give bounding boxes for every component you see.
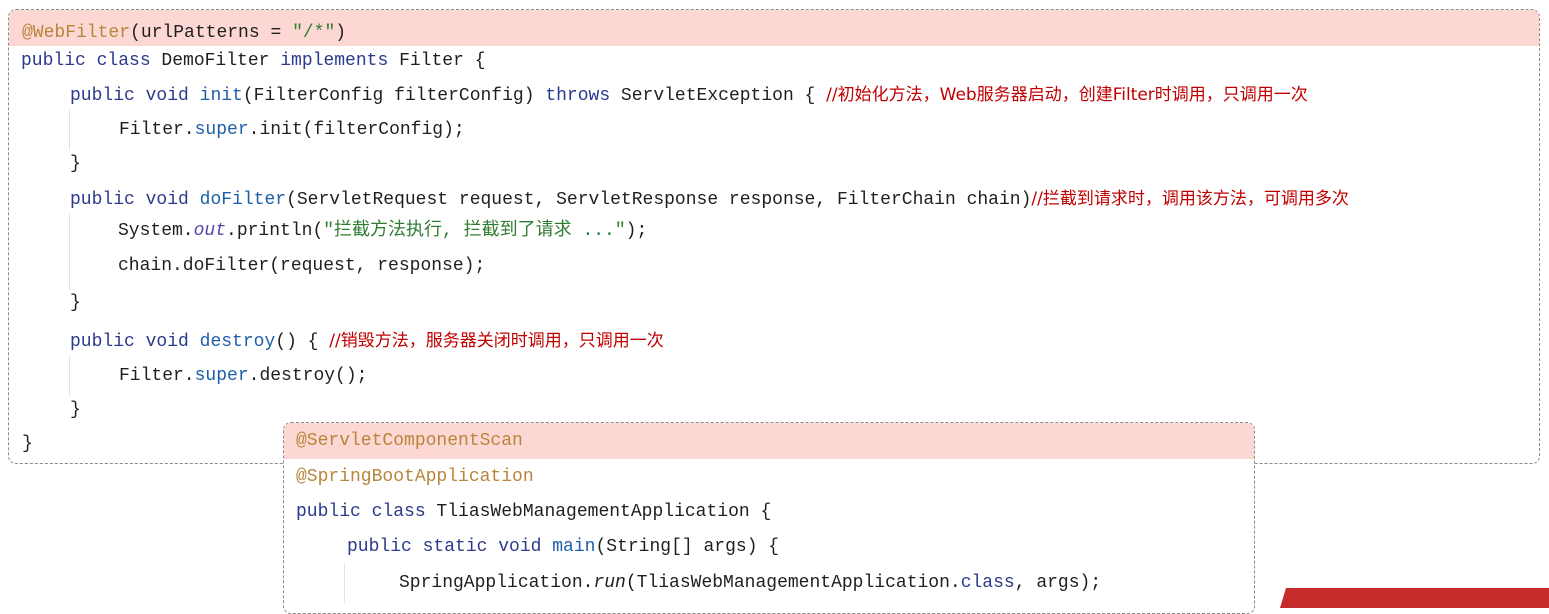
paren-token: ) — [335, 23, 347, 43]
code-text: System. — [118, 221, 194, 241]
code-line-brace: } — [70, 400, 81, 420]
code-text: .destroy(); — [248, 366, 368, 386]
keyword-token: public void — [70, 190, 189, 210]
method-params: (FilterConfig filterConfig) — [242, 86, 546, 106]
keyword-token: public class — [21, 51, 151, 71]
code-line-chain-call: chain.doFilter(request, response); — [118, 256, 486, 276]
method-params: (String[] args) { — [595, 537, 780, 557]
indent-guide — [344, 563, 345, 603]
code-line-brace: } — [70, 154, 81, 174]
code-line-class-decl: public class DemoFilter implements Filte… — [21, 50, 486, 72]
code-comment: //初始化方法，Web服务器启动，创建Filter时调用，只调用一次 — [826, 85, 1308, 105]
code-line-init-decl: public void init(FilterConfig filterConf… — [70, 84, 1308, 107]
code-line-brace: } — [70, 293, 81, 313]
class-name: TliasWebManagementApplication { — [425, 502, 772, 522]
exception-type: ServletException { — [610, 86, 827, 106]
code-line-init-body: Filter.super.init(filterConfig); — [119, 119, 465, 141]
code-line-destroy-decl: public void destroy() { //销毁方法，服务器关闭时调用，… — [70, 330, 664, 353]
code-line-component-scan: @ServletComponentScan — [296, 430, 523, 452]
code-text: .init(filterConfig); — [248, 120, 465, 140]
method-name: run — [593, 573, 626, 593]
method-name: main — [552, 537, 596, 557]
code-line-run: SpringApplication.run(TliasWebManagement… — [399, 572, 1101, 594]
code-line-app-class: public class TliasWebManagementApplicati… — [296, 501, 771, 523]
method-params: (ServletRequest request, ServletResponse… — [286, 190, 1032, 210]
code-text: Filter. — [119, 120, 195, 140]
annotation-token: @WebFilter — [22, 23, 131, 43]
code-text: , args); — [1014, 573, 1102, 593]
string-token: "拦截方法执行, 拦截到了请求 ..." — [323, 221, 626, 241]
keyword-token: public class — [296, 502, 426, 522]
code-text: (TliasWebManagementApplication. — [625, 573, 961, 593]
keyword-token: super — [194, 366, 249, 386]
code-line-webfilter: @WebFilter(urlPatterns = "/*") — [22, 22, 346, 44]
code-line-springboot: @SpringBootApplication — [296, 466, 534, 488]
class-name: DemoFilter — [150, 51, 281, 71]
keyword-token: super — [194, 120, 249, 140]
code-comment: //拦截到请求时，调用该方法，可调用多次 — [1031, 189, 1349, 209]
code-line-destroy-body: Filter.super.destroy(); — [119, 365, 367, 387]
code-line-dofilter-decl: public void doFilter(ServletRequest requ… — [70, 188, 1349, 211]
annotation-args: (urlPatterns = — [130, 23, 293, 43]
keyword-token: throws — [545, 86, 611, 106]
keyword-token: public void — [70, 332, 189, 352]
keyword-token: implements — [280, 51, 389, 71]
filter-code-block: @WebFilter(urlPatterns = "/*") public cl… — [8, 9, 1540, 464]
code-line-brace: } — [22, 434, 33, 454]
application-code-block: @ServletComponentScan @SpringBootApplica… — [283, 422, 1255, 614]
method-name: doFilter — [199, 190, 287, 210]
code-line-main-decl: public static void main(String[] args) { — [347, 536, 779, 558]
method-name: init — [199, 86, 243, 106]
annotation-token: @SpringBootApplication — [296, 467, 534, 487]
code-text: SpringApplication. — [399, 573, 594, 593]
field-token: out — [193, 221, 227, 241]
corner-banner — [1280, 588, 1549, 608]
method-params: () { — [275, 332, 330, 352]
indent-guide — [69, 214, 70, 290]
code-text: Filter. — [119, 366, 195, 386]
code-line-sysout: System.out.println("拦截方法执行, 拦截到了请求 ...")… — [118, 220, 647, 242]
code-comment: //销毁方法，服务器关闭时调用，只调用一次 — [329, 331, 664, 351]
indent-guide — [69, 110, 70, 150]
indent-guide — [69, 356, 70, 396]
keyword-token: public void — [70, 86, 189, 106]
annotation-token: @ServletComponentScan — [296, 431, 523, 451]
keyword-token: class — [960, 573, 1015, 593]
method-name: destroy — [199, 332, 276, 352]
string-token: "/*" — [292, 23, 336, 43]
interface-name: Filter { — [388, 51, 486, 71]
keyword-token: public static void — [347, 537, 542, 557]
code-text: ); — [625, 221, 648, 241]
code-text: .println( — [226, 221, 324, 241]
